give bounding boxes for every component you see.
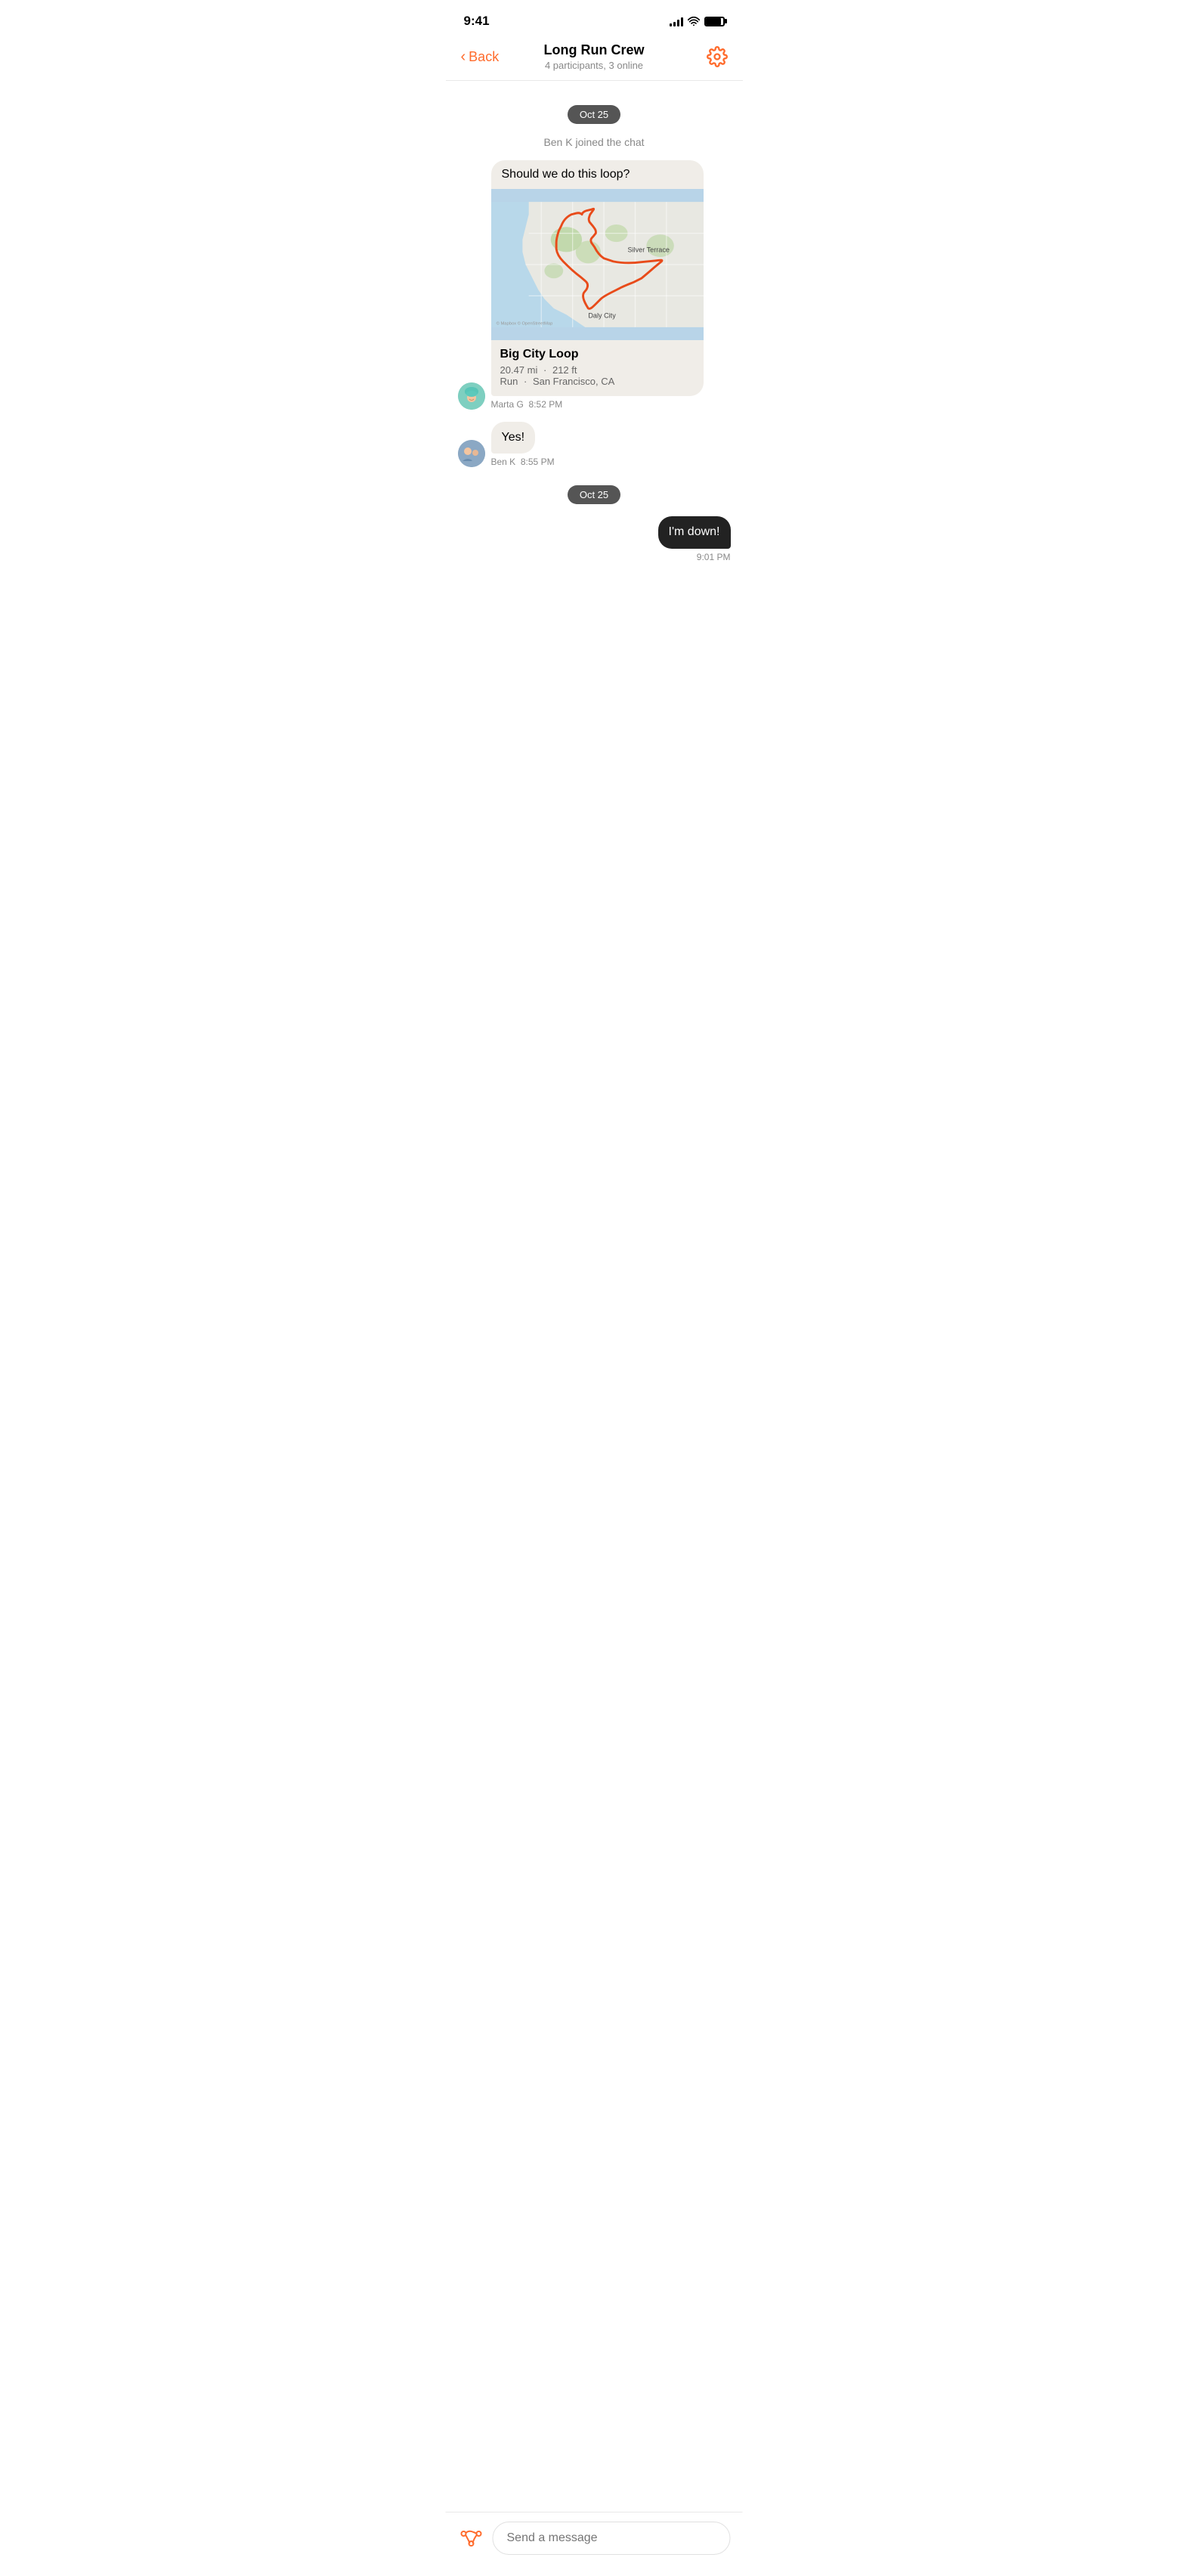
route-map: Silver Terrace Daly City © Mapbox © Open… — [491, 189, 704, 340]
ben-meta: Ben K 8:55 PM — [491, 457, 555, 467]
ben-bubble-text: Yes! — [502, 431, 525, 444]
svg-text:Daly City: Daly City — [588, 311, 616, 319]
route-title: Big City Loop — [500, 348, 695, 361]
route-card[interactable]: Silver Terrace Daly City © Mapbox © Open… — [491, 189, 704, 396]
ben-time: 8:55 PM — [521, 457, 555, 467]
map-svg: Silver Terrace Daly City © Mapbox © Open… — [491, 189, 704, 340]
date-pill-2: Oct 25 — [568, 485, 620, 504]
route-info: Big City Loop 20.47 mi · 212 ft Run · Sa… — [491, 340, 704, 396]
system-message: Ben K joined the chat — [458, 136, 731, 148]
route-elevation: 212 ft — [552, 364, 577, 376]
input-area — [446, 2512, 743, 2576]
marta-bubble: Should we do this loop? — [491, 160, 704, 396]
ben-message-content: Yes! Ben K 8:55 PM — [491, 422, 555, 467]
back-button[interactable]: ‹ Back — [461, 48, 514, 66]
back-label: Back — [469, 49, 499, 65]
status-bar: 9:41 — [446, 0, 743, 36]
settings-button[interactable] — [675, 46, 728, 67]
svg-text:Silver Terrace: Silver Terrace — [627, 246, 669, 253]
status-icons — [670, 16, 725, 26]
route-dot2: · — [524, 376, 530, 387]
ben-sender: Ben K — [491, 457, 516, 467]
status-time: 9:41 — [464, 14, 490, 29]
sent-time: 9:01 PM — [697, 552, 731, 562]
route-details: 20.47 mi · 212 ft — [500, 364, 695, 376]
group-subtitle: 4 participants, 3 online — [514, 60, 675, 71]
avatar-ben — [458, 440, 485, 467]
date-pill-1: Oct 25 — [568, 105, 620, 124]
avatar-marta — [458, 382, 485, 410]
battery-icon — [704, 17, 725, 26]
ben-bubble: Yes! — [491, 422, 536, 454]
route-type: Run — [500, 376, 518, 387]
message-row-ben: Yes! Ben K 8:55 PM — [458, 422, 731, 467]
header-center: Long Run Crew 4 participants, 3 online — [514, 42, 675, 71]
chat-area: Oct 25 Ben K joined the chat Should we d… — [446, 81, 743, 653]
chat-header: ‹ Back Long Run Crew 4 participants, 3 o… — [446, 36, 743, 81]
avatar-ben-img — [458, 440, 485, 467]
signal-icon — [670, 16, 683, 26]
back-chevron-icon: ‹ — [461, 48, 466, 66]
marta-bubble-text: Should we do this loop? — [502, 168, 694, 181]
group-name: Long Run Crew — [514, 42, 675, 58]
sent-meta: 9:01 PM — [697, 552, 731, 562]
marta-meta: Marta G 8:52 PM — [491, 399, 704, 410]
route-type-location: Run · San Francisco, CA — [500, 376, 695, 387]
sent-bubble: I'm down! — [658, 516, 731, 548]
sent-bubble-text: I'm down! — [669, 525, 720, 538]
route-dot1: · — [543, 364, 546, 376]
route-share-button[interactable] — [458, 2525, 485, 2552]
marta-sender: Marta G — [491, 399, 524, 410]
avatar-marta-img — [458, 382, 485, 410]
route-distance: 20.47 mi — [500, 364, 538, 376]
wifi-icon — [688, 17, 700, 26]
date-badge-1: Oct 25 — [458, 105, 731, 124]
message-row-marta: Should we do this loop? — [458, 160, 731, 410]
marta-time: 8:52 PM — [529, 399, 563, 410]
sent-message-wrapper: I'm down! 9:01 PM — [458, 516, 731, 562]
marta-message-content: Should we do this loop? — [491, 160, 704, 410]
message-input[interactable] — [493, 2522, 731, 2555]
gear-icon — [707, 46, 728, 67]
route-icon — [459, 2526, 484, 2550]
route-location: San Francisco, CA — [533, 376, 614, 387]
date-badge-2: Oct 25 — [458, 485, 731, 504]
svg-text:© Mapbox © OpenStreetMap: © Mapbox © OpenStreetMap — [496, 321, 552, 327]
